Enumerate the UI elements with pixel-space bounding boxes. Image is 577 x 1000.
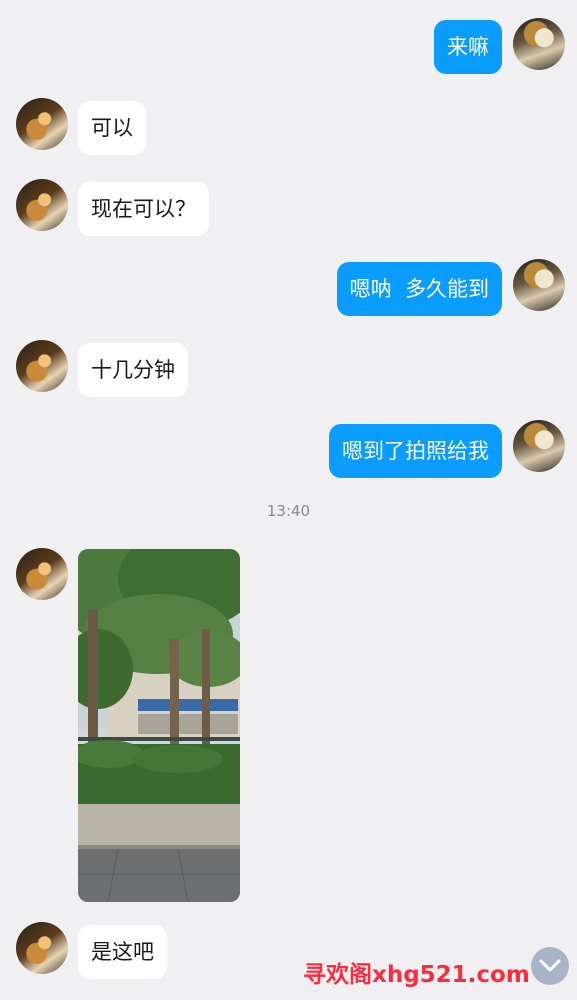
message-row: 现在可以？	[0, 179, 577, 237]
avatar-self[interactable]	[513, 259, 565, 311]
chat-window: 来嘛 可以 现在可以？ 嗯呐 多久能到 十几分钟 嗯到了拍照给我 13:40 是…	[0, 0, 577, 1000]
message-row: 嗯到了拍照给我	[0, 420, 577, 478]
message-row: 十几分钟	[0, 340, 577, 398]
message-bubble-sent[interactable]: 嗯到了拍照给我	[329, 424, 502, 478]
message-bubble-received[interactable]: 十几分钟	[78, 343, 188, 397]
message-row: 来嘛	[0, 18, 577, 76]
tree-photo	[78, 549, 240, 902]
message-bubble-received[interactable]: 可以	[78, 101, 146, 155]
watermark-text: 寻欢阁xhg521.com	[303, 962, 530, 988]
avatar-contact[interactable]	[16, 922, 68, 974]
photo-message[interactable]	[78, 549, 240, 902]
message-row: 嗯呐 多久能到	[0, 259, 577, 317]
message-timestamp: 13:40	[266, 502, 311, 520]
chevron-down-icon	[539, 959, 561, 972]
message-row	[0, 548, 577, 904]
avatar-contact[interactable]	[16, 340, 68, 392]
message-bubble-sent[interactable]: 来嘛	[434, 20, 502, 74]
avatar-contact[interactable]	[16, 98, 68, 150]
avatar-contact[interactable]	[16, 179, 68, 231]
message-bubble-received[interactable]: 现在可以？	[78, 182, 209, 236]
message-bubble-received[interactable]: 是这吧	[78, 925, 167, 979]
scroll-down-button[interactable]	[531, 947, 569, 985]
message-bubble-sent[interactable]: 嗯呐 多久能到	[336, 262, 502, 316]
avatar-self[interactable]	[513, 18, 565, 70]
message-row: 可以	[0, 98, 577, 156]
avatar-self[interactable]	[513, 420, 565, 472]
avatar-contact[interactable]	[16, 548, 68, 600]
